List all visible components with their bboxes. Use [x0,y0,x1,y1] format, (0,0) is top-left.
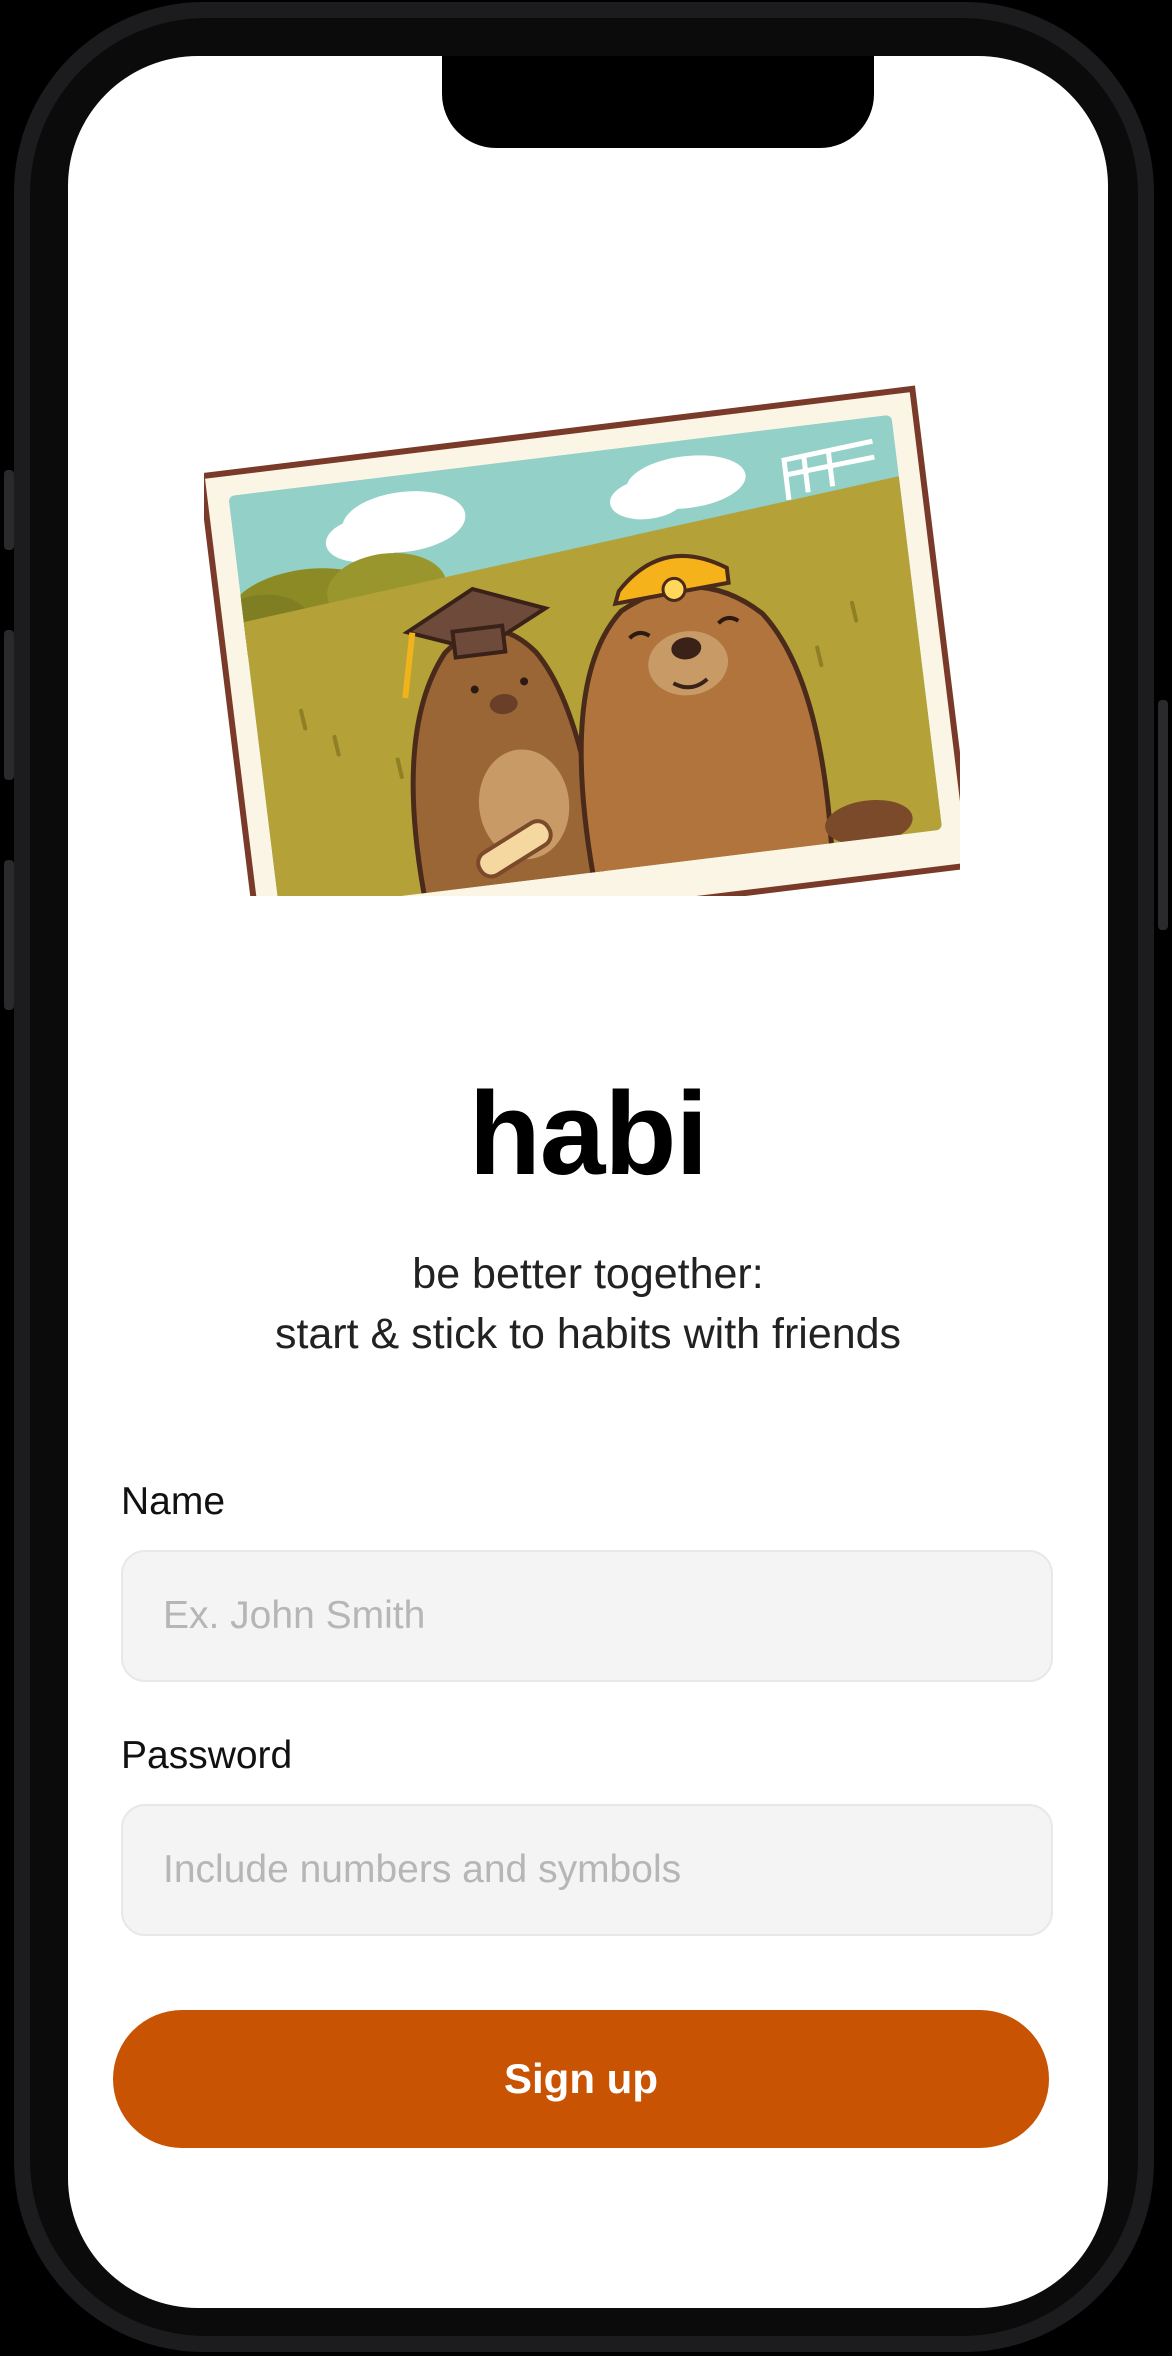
sign-up-button[interactable]: Sign up [113,2010,1049,2148]
password-label: Password [121,1734,293,1777]
password-input[interactable] [121,1804,1053,1936]
tagline-line-1: be better together: [412,1250,764,1298]
notch [442,56,874,148]
mute-switch [4,470,14,550]
app-tagline: be better together: start & stick to hab… [68,1244,1108,1364]
beaver-friends-photo-icon [204,376,960,896]
name-input[interactable] [121,1550,1053,1682]
app-screen: habi be better together: start & stick t… [68,56,1108,2308]
name-label: Name [121,1480,226,1523]
tagline-line-2: start & stick to habits with friends [274,1310,902,1358]
volume-up-button [4,630,14,780]
power-button [1158,700,1168,930]
phone-device: habi be better together: start & stick t… [0,0,1172,2356]
app-title: habi [468,1068,709,1200]
volume-down-button [4,860,14,1010]
